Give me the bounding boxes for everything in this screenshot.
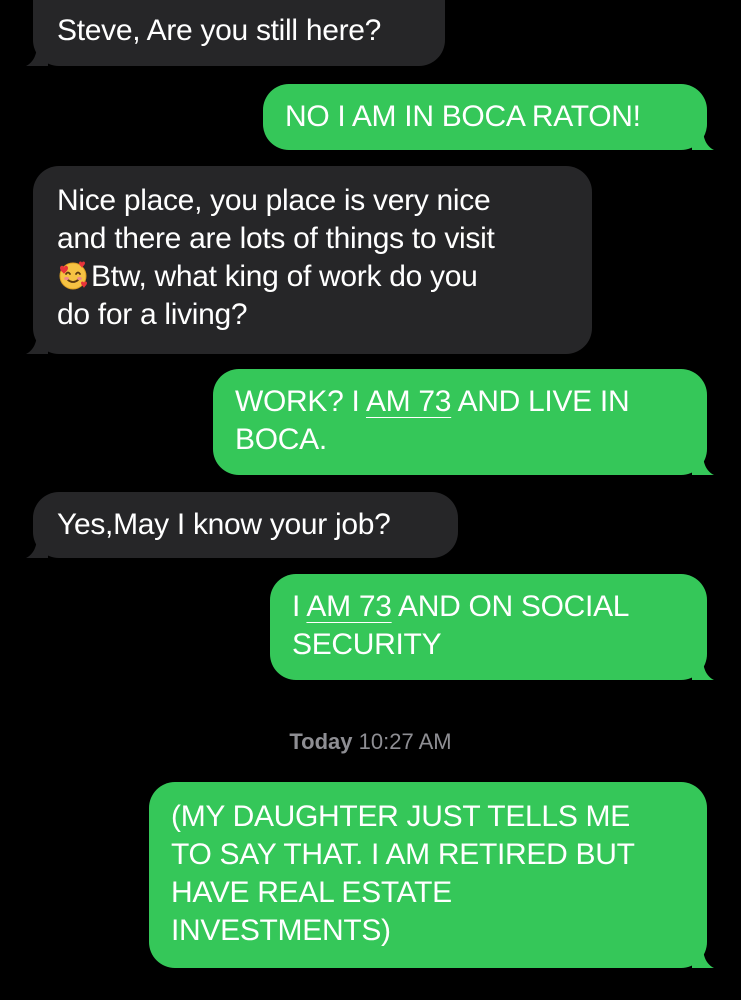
message-text: AND LIVE IN (451, 385, 630, 418)
detected-data-link[interactable]: AM 73 (306, 590, 392, 623)
message-bubble-received[interactable]: Yes,May I know your job? (26, 492, 458, 558)
timestamp-time: 10:27 AM (358, 729, 452, 754)
message-text: NO I AM IN BOCA RATON! (285, 100, 641, 133)
message-text-line: TO SAY THAT. I AM RETIRED BUT (171, 838, 635, 871)
message-text-line: and there are lots of things to visit (57, 222, 495, 255)
message-text-line: Btw, what king of work do you (57, 258, 570, 296)
message-text: WORK? I (235, 385, 366, 418)
message-text-line: I AM 73 AND ON SOCIAL (292, 588, 685, 626)
smiling-face-with-hearts-icon (59, 261, 87, 290)
bubble-tail (26, 332, 48, 354)
bubble-tail (692, 658, 714, 680)
message-text-line: HAVE REAL ESTATE (171, 876, 452, 909)
message-text: AND ON SOCIAL (391, 590, 630, 623)
message-bubble-sent[interactable]: (MY DAUGHTER JUST TELLS ME TO SAY THAT. … (149, 782, 714, 968)
message-text: Btw, what king of work do you (91, 260, 478, 293)
message-text-line: do for a living? (57, 298, 248, 331)
timestamp-day: Today (289, 729, 353, 754)
message-bubble-sent[interactable]: I AM 73 AND ON SOCIAL SECURITY (270, 574, 714, 680)
message-text-line: SECURITY (292, 628, 442, 661)
message-bubble-received[interactable]: Nice place, you place is very nice and t… (26, 166, 592, 354)
message-text-line: BOCA. (235, 423, 327, 456)
conversation-timestamp: Today 10:27 AM (0, 728, 741, 756)
bubble-tail (692, 946, 714, 968)
message-bubble-sent[interactable]: NO I AM IN BOCA RATON! (263, 84, 714, 150)
message-text-line: INVESTMENTS) (171, 914, 391, 947)
message-text-line: WORK? I AM 73 AND LIVE IN (235, 383, 685, 421)
message-text-line: Nice place, you place is very nice (57, 184, 491, 217)
bubble-tail (692, 128, 714, 150)
message-text-line: (MY DAUGHTER JUST TELLS ME (171, 800, 630, 833)
message-text: Yes,May I know your job? (57, 508, 391, 541)
message-text: I (292, 590, 307, 623)
detected-data-link[interactable]: AM 73 (366, 385, 452, 418)
bubble-tail (26, 536, 48, 558)
message-bubble-sent[interactable]: WORK? I AM 73 AND LIVE IN BOCA. (213, 369, 714, 475)
bubble-tail (692, 453, 714, 475)
bubble-tail (26, 44, 48, 66)
message-text: Steve, Are you still here? (57, 14, 382, 47)
message-bubble-received[interactable]: Steve, Are you still here? (26, 0, 445, 66)
